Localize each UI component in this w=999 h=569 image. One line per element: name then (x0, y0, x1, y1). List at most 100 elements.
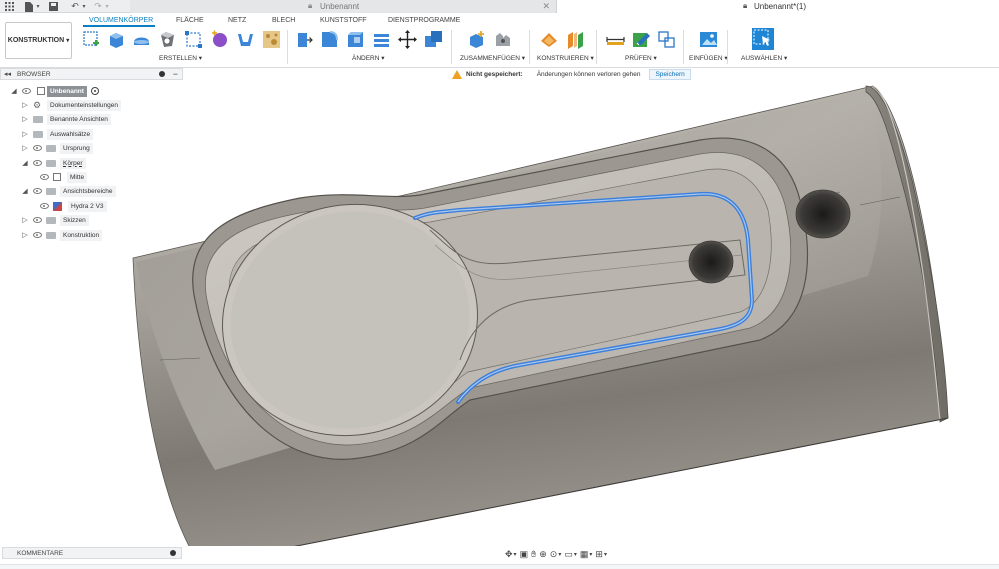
chevron-down-icon[interactable]: ▾ (589, 551, 592, 558)
display-settings-icon[interactable]: ▭ (564, 549, 573, 560)
orbit-icon[interactable]: ✥ (505, 549, 513, 560)
move-copy-icon[interactable] (398, 30, 417, 49)
group-einfuegen[interactable]: EINFÜGEN ▾ (689, 54, 728, 62)
tab-kunststoff[interactable]: KUNSTSTOFF (320, 17, 367, 24)
visibility-eye-icon[interactable] (22, 88, 31, 94)
redo-icon[interactable]: ↷ (93, 1, 103, 12)
collapse-triangle-icon[interactable]: ◢ (21, 159, 29, 167)
shell-icon[interactable] (236, 30, 255, 49)
chevron-down-icon[interactable]: ▾ (514, 551, 517, 558)
tree-item-benannte-ansichten[interactable]: ▷ Benannte Ansichten (21, 113, 111, 125)
pan-icon[interactable]: ✋︎ (531, 549, 536, 560)
chevron-down-icon[interactable]: ▾ (558, 551, 561, 558)
visibility-eye-icon[interactable] (33, 232, 42, 238)
zoom-icon[interactable]: ⊕ (539, 549, 547, 560)
expand-triangle-icon[interactable]: ▷ (21, 216, 29, 224)
group-pruefen[interactable]: PRÜFEN ▾ (625, 54, 657, 62)
3d-viewport[interactable] (0, 80, 999, 546)
rectangular-pattern-icon[interactable] (184, 30, 203, 49)
collapse-panel-icon[interactable]: ◂◂ (4, 70, 11, 78)
comments-panel[interactable]: KOMMENTARE (2, 547, 182, 559)
close-icon[interactable]: ✕ (542, 1, 550, 12)
joint-icon[interactable] (493, 30, 512, 49)
expand-triangle-icon[interactable]: ▷ (21, 115, 29, 123)
press-pull-icon[interactable] (294, 30, 313, 49)
tab-blech[interactable]: BLECH (272, 17, 295, 24)
sweep-icon[interactable] (158, 30, 177, 49)
visibility-eye-icon[interactable] (33, 217, 42, 223)
minimize-icon[interactable]: − (173, 69, 178, 79)
save-button[interactable]: Speichern (649, 68, 691, 80)
side-hole-feature[interactable] (795, 189, 851, 239)
chevron-down-icon[interactable]: ▾ (604, 551, 607, 558)
tree-root[interactable]: ◢ Unbenannt (10, 85, 99, 97)
tree-item-skizzen[interactable]: ▷ Skizzen (21, 214, 89, 226)
group-erstellen[interactable]: ERSTELLEN ▾ (159, 54, 202, 62)
tree-item-konstruktion[interactable]: ▷ Konstruktion (21, 229, 103, 241)
visibility-eye-icon[interactable] (40, 174, 49, 180)
collapse-triangle-icon[interactable]: ◢ (21, 187, 29, 195)
tree-item-mitte[interactable]: Mitte (36, 171, 88, 183)
hole-feature[interactable] (688, 240, 734, 284)
visibility-eye-icon[interactable] (33, 160, 42, 166)
ribbon-separator (287, 30, 288, 64)
interference-icon[interactable] (632, 30, 651, 49)
tab-netz[interactable]: NETZ (228, 17, 246, 24)
shell-modify-icon[interactable] (372, 30, 391, 49)
offset-plane-icon[interactable] (540, 30, 559, 49)
undo-icon[interactable]: ↶ (70, 1, 80, 12)
tree-item-hydra-2-v3[interactable]: Hydra 2 V3 (36, 200, 107, 212)
file-icon[interactable] (24, 1, 34, 12)
fit-icon[interactable]: ⊙ (550, 549, 558, 560)
redo-chevron-icon[interactable]: ▾ (104, 1, 110, 12)
group-auswaehlen[interactable]: AUSWÄHLEN ▾ (741, 54, 787, 62)
chevron-down-icon[interactable]: ▾ (574, 551, 577, 558)
expand-triangle-icon[interactable]: ▷ (21, 231, 29, 239)
tree-item-koerper[interactable]: ◢ Körper (21, 157, 86, 169)
combine-icon[interactable] (424, 30, 443, 49)
revolve-icon[interactable] (132, 30, 151, 49)
activate-radio-icon[interactable] (90, 87, 99, 95)
expand-triangle-icon[interactable]: ▷ (21, 144, 29, 152)
derive-icon[interactable] (262, 30, 281, 49)
pin-icon[interactable] (159, 71, 165, 77)
document-tab-active[interactable]: 🔒︎ Unbenannt*(1) (557, 0, 999, 13)
workspace-switcher[interactable]: KONSTRUKTION ▾ (5, 22, 72, 59)
extrude-icon[interactable] (107, 30, 126, 49)
add-comment-icon[interactable] (170, 550, 176, 556)
viewports-icon[interactable]: ⊞ (595, 549, 603, 560)
group-aendern[interactable]: ÄNDERN ▾ (352, 54, 385, 62)
visibility-eye-icon[interactable] (33, 188, 42, 194)
undo-chevron-icon[interactable]: ▾ (81, 1, 87, 12)
create-form-icon[interactable] (210, 30, 229, 49)
midplane-icon[interactable] (566, 30, 585, 49)
group-konstruieren[interactable]: KONSTRUIEREN ▾ (537, 54, 594, 62)
document-tab-inactive[interactable]: 🔒︎ Unbenannt ✕ (130, 0, 557, 13)
tab-volumenkoerper[interactable]: VOLUMENKÖRPER (89, 17, 153, 24)
insert-image-icon[interactable] (699, 30, 718, 49)
tree-item-ursprung[interactable]: ▷ Ursprung (21, 142, 93, 154)
tree-item-ansichtsbereiche[interactable]: ◢ Ansichtsbereiche (21, 185, 116, 197)
save-icon[interactable] (48, 1, 58, 12)
new-component-icon[interactable] (467, 30, 486, 49)
grid-settings-icon[interactable]: ▦ (580, 549, 589, 560)
app-grid-icon[interactable] (4, 1, 15, 12)
chamfer-icon[interactable] (346, 30, 365, 49)
tree-item-dokumenteinstellungen[interactable]: ▷ ⚙ Dokumenteinstellungen (21, 99, 121, 111)
expand-triangle-icon[interactable]: ◢ (10, 87, 18, 95)
tab-dienstprogramme[interactable]: DIENSTPROGRAMME (388, 17, 460, 24)
expand-triangle-icon[interactable]: ▷ (21, 101, 29, 109)
tree-item-auswahlsaetze[interactable]: ▷ Auswahlsätze (21, 128, 94, 140)
visibility-eye-icon[interactable] (40, 203, 49, 209)
tab-flaeche[interactable]: FLÄCHE (176, 17, 204, 24)
group-zusammenfuegen[interactable]: ZUSAMMENFÜGEN ▾ (460, 54, 525, 62)
expand-triangle-icon[interactable]: ▷ (21, 130, 29, 138)
fillet-icon[interactable] (320, 30, 339, 49)
select-icon[interactable] (752, 28, 774, 50)
look-at-icon[interactable]: ▣ (520, 549, 529, 560)
measure-icon[interactable] (606, 30, 625, 49)
visibility-eye-icon[interactable] (33, 145, 42, 151)
file-menu-chevron-icon[interactable]: ▾ (35, 1, 41, 12)
section-analysis-icon[interactable] (657, 30, 676, 49)
new-sketch-icon[interactable] (82, 30, 101, 49)
